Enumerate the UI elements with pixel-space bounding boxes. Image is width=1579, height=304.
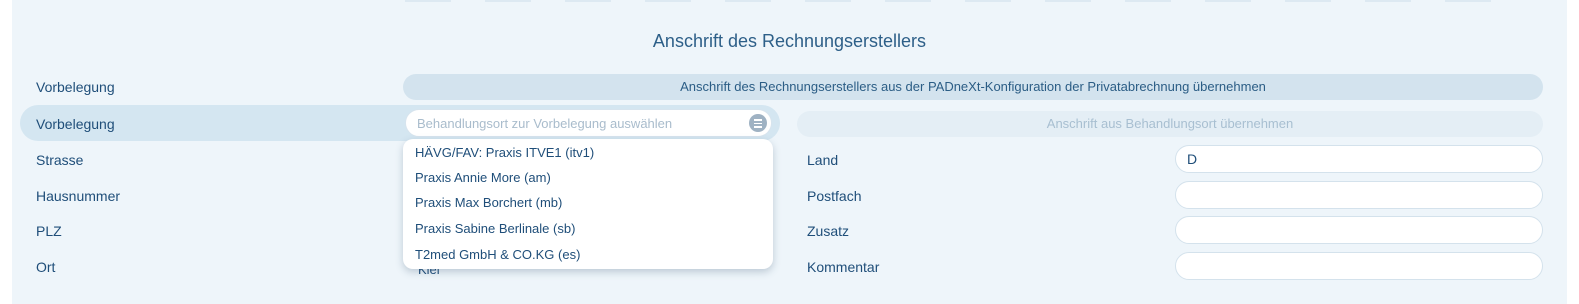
behandlungsort-dropdown: HÄVG/FAV: Praxis ITVE1 (itv1) Praxis Ann… bbox=[403, 139, 773, 269]
list-menu-icon[interactable] bbox=[749, 114, 767, 132]
postfach-input[interactable] bbox=[1175, 181, 1543, 209]
behandlungsort-apply-button[interactable]: Anschrift aus Behandlungsort übernehmen bbox=[797, 111, 1543, 137]
zusatz-input[interactable] bbox=[1175, 216, 1543, 244]
land-input[interactable]: D bbox=[1175, 145, 1543, 173]
plz-label: PLZ bbox=[36, 223, 62, 239]
kommentar-input[interactable] bbox=[1175, 252, 1543, 280]
vorbelegung-behandlungsort-label: Vorbelegung bbox=[36, 116, 115, 132]
dropdown-option[interactable]: HÄVG/FAV: Praxis ITVE1 (itv1) bbox=[415, 145, 594, 160]
strasse-label: Strasse bbox=[36, 152, 84, 168]
top-tab-strip bbox=[395, 0, 1555, 3]
postfach-label: Postfach bbox=[807, 188, 862, 204]
land-label: Land bbox=[807, 152, 839, 168]
zusatz-label: Zusatz bbox=[807, 223, 850, 239]
kommentar-label: Kommentar bbox=[807, 259, 880, 275]
dropdown-option[interactable]: Praxis Sabine Berlinale (sb) bbox=[415, 221, 575, 236]
behandlungsort-placeholder: Behandlungsort zur Vorbelegung auswählen bbox=[417, 116, 673, 131]
ort-label: Ort bbox=[36, 259, 56, 275]
dropdown-option[interactable]: Praxis Max Borchert (mb) bbox=[415, 195, 562, 210]
hausnummer-label: Hausnummer bbox=[36, 188, 121, 204]
padnext-config-button[interactable]: Anschrift des Rechnungserstellers aus de… bbox=[403, 74, 1543, 100]
section-title: Anschrift des Rechnungserstellers bbox=[652, 31, 927, 51]
behandlungsort-select[interactable]: Behandlungsort zur Vorbelegung auswählen bbox=[405, 109, 772, 137]
dropdown-option[interactable]: T2med GmbH & CO.KG (es) bbox=[415, 247, 580, 262]
dropdown-option[interactable]: Praxis Annie More (am) bbox=[415, 170, 551, 185]
vorbelegung-label: Vorbelegung bbox=[36, 79, 115, 95]
